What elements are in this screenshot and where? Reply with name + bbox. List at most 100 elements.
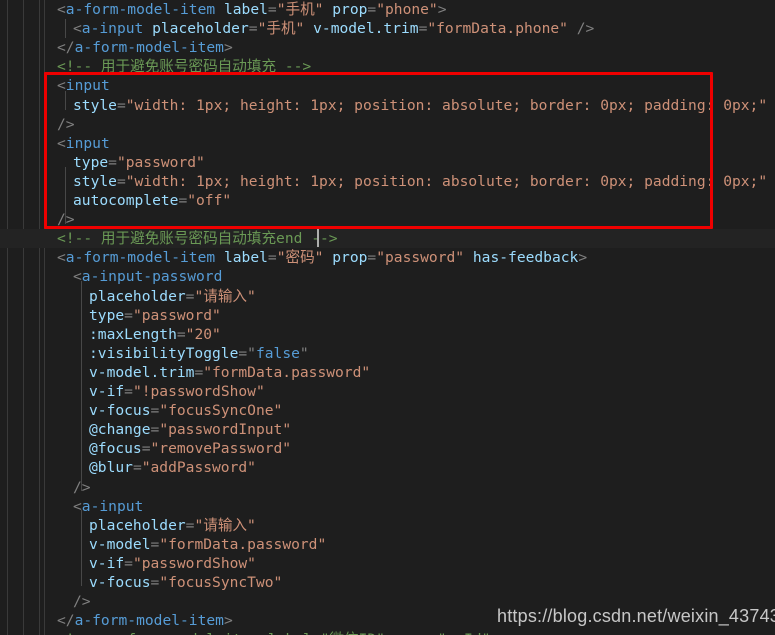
code-token: "formData.password" bbox=[159, 535, 327, 553]
code-token: </ bbox=[57, 612, 75, 630]
code-token: has-feedback bbox=[472, 249, 579, 267]
code-token: <!-- <a-form-model-item label="微信ID" pro… bbox=[57, 630, 499, 635]
code-line[interactable]: @focus="removePassword" bbox=[0, 439, 775, 458]
code-token: "手机" bbox=[276, 1, 324, 18]
code-line[interactable]: <a-input bbox=[0, 497, 775, 516]
code-line[interactable]: <!-- 用于避免账号密码自动填充 --> bbox=[0, 57, 775, 76]
code-line[interactable]: <!-- <a-form-model-item label="微信ID" pro… bbox=[0, 630, 775, 635]
code-token: "password" bbox=[116, 153, 205, 171]
code-token: a-input-password bbox=[81, 268, 223, 286]
code-token: /> bbox=[576, 20, 595, 38]
code-line[interactable]: <a-form-model-item label="密码" prop="pass… bbox=[0, 248, 775, 267]
code-line[interactable]: autocomplete="off" bbox=[0, 191, 775, 210]
code-token: v-model bbox=[89, 535, 151, 553]
code-line[interactable]: v-if="!passwordShow" bbox=[0, 382, 775, 401]
code-token: "请输入" bbox=[194, 287, 256, 305]
code-token: "focusSyncOne" bbox=[159, 402, 283, 420]
code-token: prop bbox=[332, 249, 368, 267]
code-token: "width: 1px; height: 1px; position: abso… bbox=[125, 172, 768, 190]
code-token: = bbox=[238, 344, 248, 362]
code-line[interactable]: <input bbox=[0, 134, 775, 153]
code-token: input bbox=[65, 77, 110, 95]
code-token: < bbox=[57, 249, 66, 267]
code-line[interactable]: v-model.trim="formData.password" bbox=[0, 363, 775, 382]
code-line[interactable]: style="width: 1px; height: 1px; position… bbox=[0, 96, 775, 115]
code-line[interactable]: <input bbox=[0, 76, 775, 95]
code-line[interactable]: v-model="formData.password" bbox=[0, 535, 775, 554]
code-token: = bbox=[132, 459, 142, 477]
code-editor[interactable]: <a-form-model-item label="手机" prop="phon… bbox=[0, 0, 775, 635]
indent-guide-1 bbox=[65, 91, 66, 110]
code-token: = bbox=[150, 421, 160, 439]
code-token: style bbox=[73, 172, 117, 190]
code-line[interactable]: <!-- 用于避免账号密码自动填充end --> bbox=[0, 229, 775, 249]
code-token: = bbox=[150, 574, 160, 591]
code-line[interactable]: :visibilityToggle="false" bbox=[0, 344, 775, 363]
code-line[interactable]: <a-input placeholder="手机" v-model.trim="… bbox=[0, 19, 775, 38]
code-token: < bbox=[57, 134, 66, 152]
code-token: = bbox=[150, 402, 160, 420]
code-line[interactable]: /> bbox=[0, 210, 775, 229]
code-line[interactable]: </a-form-model-item> bbox=[0, 38, 775, 57]
code-token: > bbox=[437, 1, 447, 18]
code-token: "off" bbox=[187, 192, 232, 209]
code-line[interactable]: :maxLength="20" bbox=[0, 325, 775, 344]
code-line[interactable]: placeholder="请输入" bbox=[0, 516, 775, 535]
code-token: v-focus bbox=[89, 402, 151, 420]
code-token: type bbox=[89, 306, 125, 324]
code-token: :maxLength bbox=[89, 325, 177, 343]
code-line[interactable]: @change="passwordInput" bbox=[0, 420, 775, 439]
code-token: > bbox=[578, 249, 588, 267]
code-token: /> bbox=[57, 115, 75, 133]
code-token: style bbox=[73, 96, 117, 114]
code-line[interactable]: v-focus="focusSyncOne" bbox=[0, 401, 775, 420]
code-line[interactable]: v-if="passwordShow" bbox=[0, 554, 775, 573]
code-token: "removePassword" bbox=[150, 440, 292, 458]
code-line[interactable]: @blur="addPassword" bbox=[0, 458, 775, 477]
code-token: "password" bbox=[132, 306, 221, 324]
code-token: = bbox=[124, 554, 133, 572]
code-token: "!passwordShow" bbox=[132, 383, 265, 400]
code-line[interactable]: type="password" bbox=[0, 153, 775, 172]
code-token: "passwordShow" bbox=[132, 554, 256, 572]
code-token: a-input bbox=[81, 20, 144, 38]
code-line[interactable]: <a-form-model-item label="手机" prop="phon… bbox=[0, 0, 775, 19]
code-token: "phone" bbox=[376, 1, 438, 18]
code-token: = bbox=[194, 363, 204, 381]
code-token: </ bbox=[57, 39, 75, 57]
code-token: label bbox=[223, 1, 268, 18]
code-text-area[interactable]: <a-form-model-item label="手机" prop="phon… bbox=[0, 0, 775, 635]
code-line[interactable]: type="password" bbox=[0, 306, 775, 325]
code-token: " bbox=[299, 344, 309, 362]
code-token: type bbox=[73, 153, 109, 171]
code-token: v-focus bbox=[89, 574, 151, 591]
code-line[interactable]: v-focus="focusSyncTwo" bbox=[0, 573, 775, 592]
code-token: = bbox=[124, 383, 133, 400]
code-token: = bbox=[141, 440, 151, 458]
watermark-url: https://blog.csdn.net/weixin_43743956 bbox=[497, 606, 775, 626]
indent-guide-0 bbox=[65, 19, 66, 38]
code-token: :visibilityToggle bbox=[89, 344, 239, 362]
code-token: = bbox=[150, 535, 160, 553]
code-token: = bbox=[267, 1, 277, 18]
code-token: placeholder bbox=[89, 287, 186, 305]
code-token: = bbox=[418, 20, 428, 38]
code-token: input bbox=[65, 134, 110, 152]
code-line[interactable]: /> bbox=[0, 115, 775, 134]
code-line[interactable]: style="width: 1px; height: 1px; position… bbox=[0, 172, 775, 191]
code-token: " bbox=[247, 344, 256, 362]
code-token: = bbox=[267, 249, 277, 267]
code-token: v-if bbox=[89, 383, 125, 400]
code-token: "手机" bbox=[257, 20, 305, 38]
code-token: placeholder bbox=[152, 20, 249, 38]
code-token: <!-- 用于避免账号密码自动填充end --> bbox=[57, 230, 338, 248]
code-token: = bbox=[367, 1, 377, 18]
code-line[interactable]: /> bbox=[0, 478, 775, 497]
code-line[interactable]: <a-input-password bbox=[0, 267, 775, 286]
code-line[interactable]: placeholder="请输入" bbox=[0, 287, 775, 306]
code-token: = bbox=[176, 325, 186, 343]
